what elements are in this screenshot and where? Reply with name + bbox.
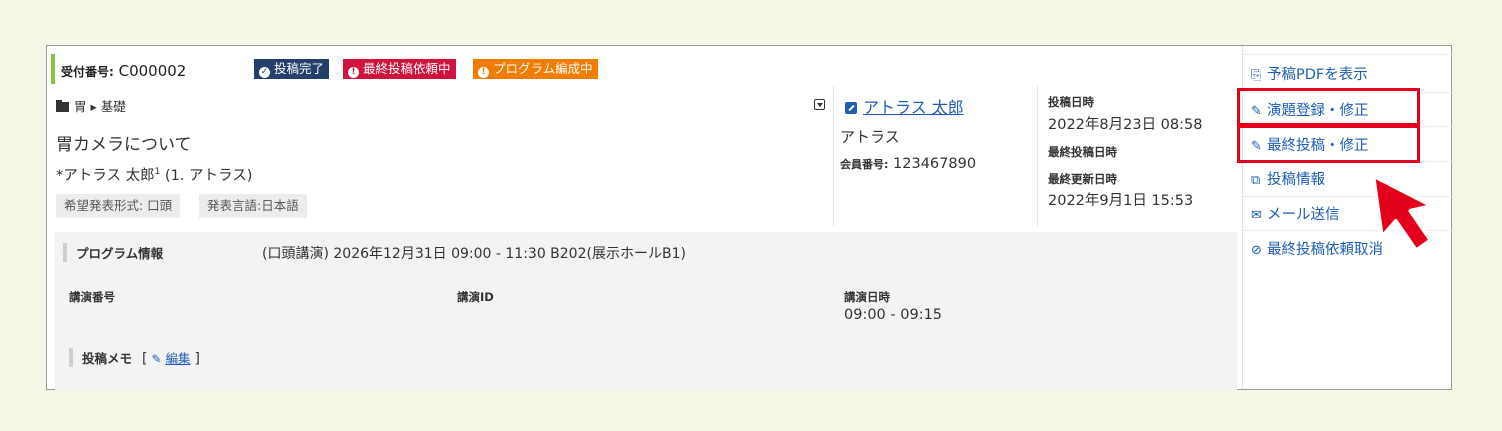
status-badge-program: ! プログラム編成中: [473, 59, 598, 79]
tag-presentation-format: 希望発表形式: 口頭: [56, 194, 181, 218]
receipt-label: 受付番号:: [61, 65, 114, 79]
exclamation-circle-icon: !: [348, 67, 359, 78]
breadcrumb: 胃 ▸ 基礎: [56, 96, 126, 115]
divider: [833, 86, 834, 226]
highlight-box-final-submission: [1237, 125, 1420, 163]
program-info-panel: プログラム情報 (口頭講演) 2026年12月31日 09:00 - 11:30…: [55, 232, 1237, 390]
lecture-time-value: 09:00 - 09:15: [844, 307, 943, 323]
submission-title: 胃カメラについて: [56, 135, 192, 155]
folder-icon: [56, 100, 69, 112]
final-posted-date-label: 最終投稿日時: [1048, 145, 1117, 159]
post-memo-heading: 投稿メモ: [69, 348, 132, 367]
edit-square-icon: [845, 102, 857, 114]
pdf-file-icon: ⎘: [1251, 68, 1262, 83]
tag-language: 発表言語:日本語: [199, 194, 307, 218]
program-info-detail: (口頭講演) 2026年12月31日 09:00 - 11:30 B202(展示…: [262, 246, 686, 262]
highlight-box-register-edit: [1237, 88, 1420, 126]
lecture-time-label: 講演日時: [844, 290, 890, 304]
program-info-heading: プログラム情報: [63, 243, 163, 262]
lecture-id-label: 講演ID: [457, 290, 494, 304]
author-organization: アトラス: [840, 128, 900, 146]
posted-date-value: 2022年8月23日 08:58: [1048, 117, 1203, 133]
post-memo: 投稿メモ [ ✎ 編集 ]: [69, 348, 200, 367]
author-name-link[interactable]: アトラス 太郎: [845, 94, 964, 118]
check-circle-icon: ✓: [259, 67, 270, 78]
receipt-value: C000002: [118, 62, 187, 80]
submission-card: 受付番号: C000002 ✓ 投稿完了 ! 最終投稿依頼中 ! プログラム編成中 胃…: [46, 45, 1453, 390]
cancel-final-request-link[interactable]: ⊘ 最終投稿依頼取消: [1251, 238, 1383, 259]
exclamation-circle-icon: !: [478, 67, 489, 78]
submission-author: *アトラス 太郎1 (1. アトラス): [56, 167, 253, 184]
receipt-number: 受付番号: C000002: [61, 62, 186, 80]
submission-info-link[interactable]: ⧉ 投稿情報: [1251, 168, 1325, 189]
updated-date-value: 2022年9月1日 15:53: [1048, 193, 1194, 209]
status-bar: [51, 54, 55, 84]
send-mail-link[interactable]: ✉ メール送信: [1251, 203, 1340, 224]
divider: [1037, 86, 1038, 226]
posted-date-label: 投稿日時: [1048, 95, 1094, 109]
copy-icon: ⧉: [1251, 173, 1261, 188]
ban-icon: ⊘: [1251, 243, 1262, 258]
dropdown-toggle-icon[interactable]: [814, 99, 825, 110]
pointer-arrow-icon: [1372, 173, 1434, 253]
updated-date-label: 最終更新日時: [1048, 172, 1117, 186]
member-number: 会員番号: 123467890: [840, 156, 977, 172]
pencil-icon: ✎: [151, 352, 162, 366]
memo-edit-link[interactable]: 編集: [166, 351, 191, 366]
envelope-icon: ✉: [1251, 208, 1262, 223]
view-pdf-link[interactable]: ⎘ 予稿PDFを表示: [1251, 63, 1368, 84]
lecture-number-label: 講演番号: [69, 290, 115, 304]
status-badge-submitted: ✓ 投稿完了: [254, 59, 330, 79]
status-badge-final-request: ! 最終投稿依頼中: [343, 59, 456, 79]
